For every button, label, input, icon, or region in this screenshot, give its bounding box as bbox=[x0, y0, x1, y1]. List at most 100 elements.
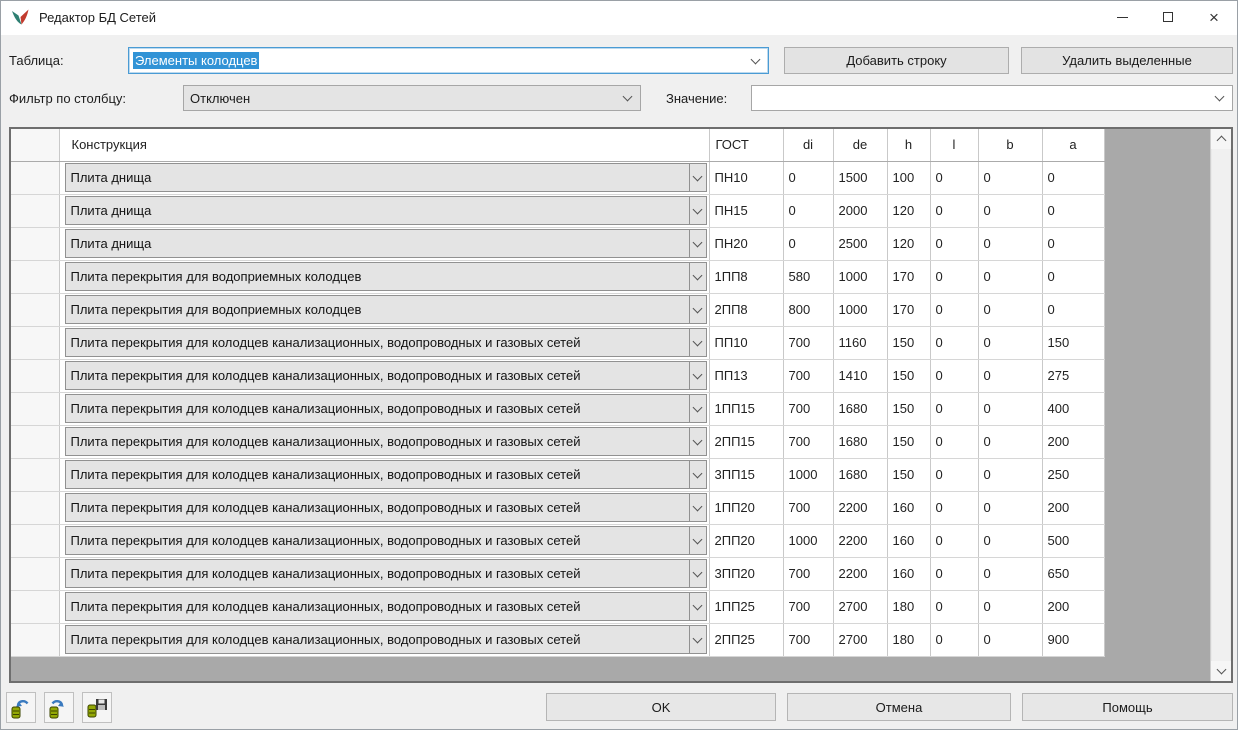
construction-combo-button[interactable] bbox=[689, 263, 706, 290]
di-cell[interactable]: 0 bbox=[783, 194, 833, 227]
l-cell[interactable]: 0 bbox=[930, 194, 978, 227]
b-cell[interactable]: 0 bbox=[978, 227, 1042, 260]
construction-combobox[interactable]: Плита перекрытия для колодцев канализаци… bbox=[65, 493, 707, 522]
construction-combobox[interactable]: Плита перекрытия для колодцев канализаци… bbox=[65, 592, 707, 621]
a-cell[interactable]: 0 bbox=[1042, 161, 1104, 194]
di-cell[interactable]: 700 bbox=[783, 557, 833, 590]
gost-cell[interactable]: ПН15 bbox=[709, 194, 783, 227]
l-cell[interactable]: 0 bbox=[930, 491, 978, 524]
h-cell[interactable]: 160 bbox=[887, 557, 930, 590]
add-row-button[interactable]: Добавить строку bbox=[784, 47, 1009, 74]
di-cell[interactable]: 700 bbox=[783, 359, 833, 392]
construction-combo-button[interactable] bbox=[689, 395, 706, 422]
de-cell[interactable]: 1160 bbox=[833, 326, 887, 359]
l-cell[interactable]: 0 bbox=[930, 392, 978, 425]
row-selector[interactable] bbox=[11, 260, 59, 293]
h-cell[interactable]: 180 bbox=[887, 590, 930, 623]
l-cell[interactable]: 0 bbox=[930, 425, 978, 458]
l-cell[interactable]: 0 bbox=[930, 458, 978, 491]
row-selector[interactable] bbox=[11, 227, 59, 260]
h-cell[interactable]: 150 bbox=[887, 392, 930, 425]
construction-combobox[interactable]: Плита перекрытия для колодцев канализаци… bbox=[65, 625, 707, 654]
di-cell[interactable]: 800 bbox=[783, 293, 833, 326]
b-cell[interactable]: 0 bbox=[978, 293, 1042, 326]
row-selector[interactable] bbox=[11, 326, 59, 359]
construction-combobox[interactable]: Плита перекрытия для водоприемных колодц… bbox=[65, 295, 707, 324]
a-cell[interactable]: 900 bbox=[1042, 623, 1104, 656]
b-cell[interactable]: 0 bbox=[978, 491, 1042, 524]
construction-combo-button[interactable] bbox=[689, 428, 706, 455]
row-selector[interactable] bbox=[11, 359, 59, 392]
h-cell[interactable]: 160 bbox=[887, 524, 930, 557]
de-cell[interactable]: 2200 bbox=[833, 491, 887, 524]
de-cell[interactable]: 2200 bbox=[833, 557, 887, 590]
close-button[interactable]: × bbox=[1191, 1, 1237, 33]
b-cell[interactable]: 0 bbox=[978, 425, 1042, 458]
de-cell[interactable]: 1000 bbox=[833, 293, 887, 326]
a-cell[interactable]: 250 bbox=[1042, 458, 1104, 491]
gost-cell[interactable]: 3ПП20 bbox=[709, 557, 783, 590]
gost-cell[interactable]: 2ПП25 bbox=[709, 623, 783, 656]
de-cell[interactable]: 1000 bbox=[833, 260, 887, 293]
l-cell[interactable]: 0 bbox=[930, 590, 978, 623]
di-cell[interactable]: 0 bbox=[783, 227, 833, 260]
a-cell[interactable]: 650 bbox=[1042, 557, 1104, 590]
save-button[interactable] bbox=[82, 692, 112, 723]
gost-cell[interactable]: ПП13 bbox=[709, 359, 783, 392]
a-cell[interactable]: 200 bbox=[1042, 590, 1104, 623]
construction-combobox[interactable]: Плита перекрытия для колодцев канализаци… bbox=[65, 427, 707, 456]
table-combobox[interactable]: Элементы колодцев bbox=[128, 47, 769, 74]
construction-combo-button[interactable] bbox=[689, 329, 706, 356]
construction-combobox[interactable]: Плита днища bbox=[65, 163, 707, 192]
construction-combo-button[interactable] bbox=[689, 296, 706, 323]
row-selector[interactable] bbox=[11, 425, 59, 458]
b-cell[interactable]: 0 bbox=[978, 194, 1042, 227]
gost-cell[interactable]: ПН10 bbox=[709, 161, 783, 194]
h-cell[interactable]: 100 bbox=[887, 161, 930, 194]
h-cell[interactable]: 180 bbox=[887, 623, 930, 656]
row-selector[interactable] bbox=[11, 491, 59, 524]
row-selector[interactable] bbox=[11, 623, 59, 656]
di-cell[interactable]: 1000 bbox=[783, 524, 833, 557]
gost-cell[interactable]: 3ПП15 bbox=[709, 458, 783, 491]
h-cell[interactable]: 150 bbox=[887, 326, 930, 359]
b-cell[interactable]: 0 bbox=[978, 359, 1042, 392]
construction-combo-button[interactable] bbox=[689, 527, 706, 554]
scrollbar-thumb[interactable] bbox=[1212, 149, 1230, 661]
di-cell[interactable]: 580 bbox=[783, 260, 833, 293]
de-cell[interactable]: 2200 bbox=[833, 524, 887, 557]
di-cell[interactable]: 700 bbox=[783, 590, 833, 623]
di-cell[interactable]: 1000 bbox=[783, 458, 833, 491]
h-cell[interactable]: 160 bbox=[887, 491, 930, 524]
h-cell[interactable]: 120 bbox=[887, 194, 930, 227]
row-selector[interactable] bbox=[11, 458, 59, 491]
construction-combo-button[interactable] bbox=[689, 461, 706, 488]
di-cell[interactable]: 700 bbox=[783, 392, 833, 425]
di-cell[interactable]: 700 bbox=[783, 623, 833, 656]
gost-cell[interactable]: ПП10 bbox=[709, 326, 783, 359]
column-header-gost[interactable]: ГОСТ bbox=[709, 129, 783, 161]
a-cell[interactable]: 500 bbox=[1042, 524, 1104, 557]
a-cell[interactable]: 0 bbox=[1042, 293, 1104, 326]
gost-cell[interactable]: 2ПП20 bbox=[709, 524, 783, 557]
de-cell[interactable]: 1410 bbox=[833, 359, 887, 392]
a-cell[interactable]: 150 bbox=[1042, 326, 1104, 359]
column-header-di[interactable]: di bbox=[783, 129, 833, 161]
construction-combobox[interactable]: Плита перекрытия для колодцев канализаци… bbox=[65, 559, 707, 588]
construction-combo-button[interactable] bbox=[689, 626, 706, 653]
help-button[interactable]: Помощь bbox=[1022, 693, 1233, 721]
column-header-l[interactable]: l bbox=[930, 129, 978, 161]
h-cell[interactable]: 150 bbox=[887, 359, 930, 392]
h-cell[interactable]: 120 bbox=[887, 227, 930, 260]
b-cell[interactable]: 0 bbox=[978, 326, 1042, 359]
row-selector[interactable] bbox=[11, 161, 59, 194]
gost-cell[interactable]: 1ПП25 bbox=[709, 590, 783, 623]
vertical-scrollbar[interactable] bbox=[1210, 129, 1231, 681]
scroll-up-button[interactable] bbox=[1211, 129, 1231, 149]
delete-selected-button[interactable]: Удалить выделенные bbox=[1021, 47, 1233, 74]
de-cell[interactable]: 2700 bbox=[833, 590, 887, 623]
de-cell[interactable]: 1680 bbox=[833, 458, 887, 491]
gost-cell[interactable]: 1ПП15 bbox=[709, 392, 783, 425]
de-cell[interactable]: 2000 bbox=[833, 194, 887, 227]
minimize-button[interactable] bbox=[1099, 1, 1145, 33]
